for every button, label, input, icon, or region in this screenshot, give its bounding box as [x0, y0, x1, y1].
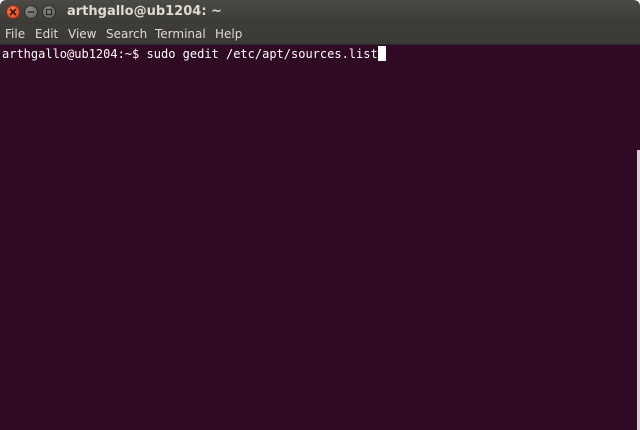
minimize-icon[interactable]	[24, 5, 38, 19]
terminal-window: arthgallo@ub1204: ~ File Edit View Searc…	[0, 0, 640, 430]
maximize-icon[interactable]	[42, 5, 56, 19]
close-icon[interactable]	[6, 5, 20, 19]
command-line: arthgallo@ub1204:~$ sudo gedit /etc/apt/…	[2, 46, 386, 63]
text-cursor	[377, 46, 386, 61]
window-title: arthgallo@ub1204: ~	[67, 4, 222, 19]
menu-help[interactable]: Help	[215, 27, 242, 42]
menu-search[interactable]: Search	[106, 27, 147, 42]
menu-file[interactable]: File	[5, 27, 25, 42]
menu-terminal[interactable]: Terminal	[155, 27, 206, 42]
menu-bar: File Edit View Search Terminal Help	[0, 24, 640, 45]
terminal-area[interactable]: arthgallo@ub1204:~$ sudo gedit /etc/apt/…	[0, 45, 640, 430]
shell-prompt: arthgallo@ub1204:~$	[2, 47, 140, 61]
title-bar[interactable]: arthgallo@ub1204: ~	[0, 0, 640, 24]
menu-edit[interactable]: Edit	[35, 27, 58, 42]
command-text: sudo gedit /etc/apt/sources.list	[146, 47, 378, 61]
menu-view[interactable]: View	[68, 27, 96, 42]
